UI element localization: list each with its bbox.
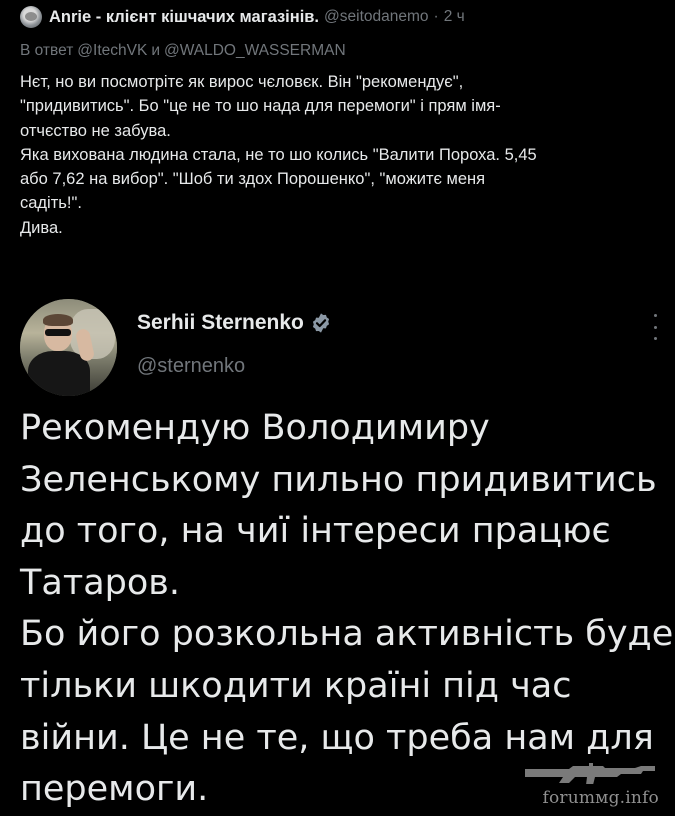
reply-text-line: або 7,62 на вибор". "Шоб ти здох Порошен… bbox=[20, 170, 486, 189]
forum-watermark: forumмg.info bbox=[511, 758, 661, 808]
reply-context-conjunction: и bbox=[151, 42, 160, 59]
reply-separator: · bbox=[433, 8, 439, 25]
verified-badge-icon[interactable] bbox=[310, 312, 332, 334]
reply-context: В ответ @ItechVK и @WALDO_WASSERMAN bbox=[20, 42, 346, 60]
tweet-author-handle[interactable]: @sternenko bbox=[137, 355, 245, 378]
watermark-text: forumмg.info bbox=[542, 788, 659, 808]
reply-text-line: садіть!". bbox=[20, 194, 82, 213]
reply-text-line: Дива. bbox=[20, 218, 63, 237]
tweet-text-line: Татаров. bbox=[20, 562, 181, 603]
reply-tweet[interactable]: Anrie - клієнт кішчачих магазінів. @seit… bbox=[0, 0, 675, 282]
reply-context-mention[interactable]: @WALDO_WASSERMAN bbox=[164, 42, 346, 59]
reply-text-line: "придивитись". Бо "це не то шо нада для … bbox=[20, 97, 501, 116]
reply-header: Anrie - клієнт кішчачих магазінів. @seit… bbox=[20, 6, 465, 28]
more-dot bbox=[653, 325, 657, 329]
more-dot bbox=[653, 337, 657, 340]
reply-text-line: отчєство не забува. bbox=[20, 121, 171, 140]
tweet-text-line: тільки шкодити країні під час bbox=[20, 665, 572, 706]
reply-author-handle[interactable]: @seitodanemo bbox=[324, 8, 429, 26]
tweet-text-line: Зеленському пильно придивитись bbox=[20, 459, 657, 500]
tweet-text-line: війни. Це не те, що треба нам для bbox=[20, 717, 654, 758]
rifle-icon bbox=[525, 763, 655, 784]
tweet-text-line: до того, на чиї інтереси працює bbox=[20, 511, 611, 552]
avatar-hair bbox=[43, 314, 73, 326]
tweet-text-line: Рекомендую Володимиру bbox=[20, 408, 490, 448]
avatar-sunglasses bbox=[45, 329, 71, 336]
reply-author-name[interactable]: Anrie - клієнт кішчачих магазінів. bbox=[49, 8, 319, 27]
tweet-text: Рекомендую Володимиру Зеленському пильно… bbox=[20, 403, 674, 816]
tweet-text-line: Бо його розкольна активність буде bbox=[20, 614, 674, 655]
more-dot bbox=[653, 314, 657, 317]
reply-text: Нєт, но ви посмотрітє як вирос чєловєк. … bbox=[20, 70, 660, 240]
reply-context-mention[interactable]: @ItechVK bbox=[77, 42, 147, 59]
reply-text-line: Нєт, но ви посмотрітє як вирос чєловєк. … bbox=[20, 73, 464, 91]
tweet-author-avatar[interactable] bbox=[20, 299, 117, 396]
reply-context-prefix: В ответ bbox=[20, 42, 74, 59]
tweet-author-row: Serhii Sternenko bbox=[137, 311, 332, 335]
more-vertical-icon[interactable] bbox=[650, 314, 660, 340]
tweet-author-name[interactable]: Serhii Sternenko bbox=[137, 311, 304, 335]
reply-timestamp[interactable]: 2 ч bbox=[444, 8, 465, 26]
reply-author-avatar[interactable] bbox=[20, 6, 42, 28]
reply-text-line: Яка вихована людина стала, не то шо коли… bbox=[20, 145, 537, 164]
